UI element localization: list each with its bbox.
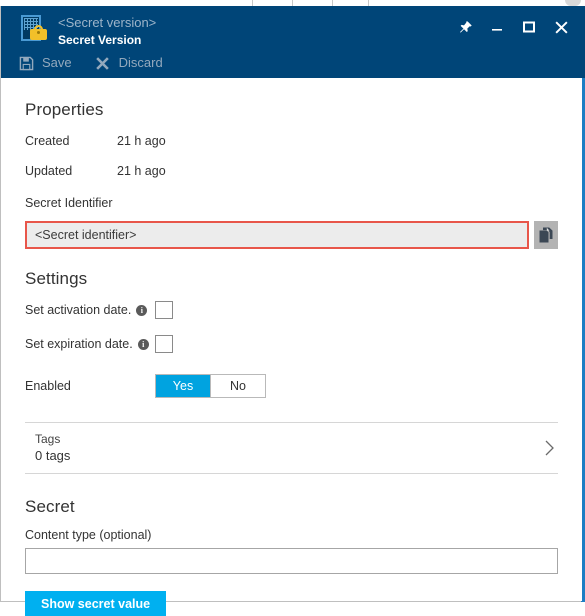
activation-date-checkbox[interactable]: [155, 301, 173, 319]
blade-subtitle: <Secret version>: [58, 15, 157, 30]
property-row-created: Created 21 h ago: [25, 134, 558, 148]
enabled-option-no[interactable]: No: [210, 375, 265, 397]
copy-identifier-button[interactable]: [534, 221, 558, 249]
tags-title: Tags: [35, 432, 61, 446]
secret-heading: Secret: [25, 497, 75, 516]
info-icon[interactable]: i: [137, 338, 149, 350]
chevron-right-icon: [543, 438, 556, 458]
activation-date-label: Set activation date.: [25, 303, 132, 317]
settings-heading: Settings: [25, 269, 88, 288]
setting-row-enabled: Enabled Yes No: [25, 374, 558, 398]
setting-row-activation: Set activation date. i: [25, 301, 558, 319]
title-bar: <Secret version> Secret Version Save Dis…: [1, 6, 585, 78]
secret-lock-icon: [19, 14, 49, 46]
created-label: Created: [25, 134, 70, 148]
setting-row-expiration: Set expiration date. i: [25, 335, 558, 353]
expiration-date-checkbox[interactable]: [155, 335, 173, 353]
save-button[interactable]: Save: [17, 54, 72, 72]
tags-divider-bottom: [25, 473, 558, 474]
blade-title: Secret Version: [58, 33, 142, 47]
save-label: Save: [42, 55, 72, 70]
enabled-label: Enabled: [25, 379, 71, 393]
expiration-date-label: Set expiration date.: [25, 337, 133, 351]
blade-content: Properties Created 21 h ago Updated 21 h…: [1, 78, 582, 616]
created-value: 21 h ago: [117, 134, 166, 148]
window-controls: [449, 14, 577, 40]
tags-count: 0 tags: [35, 448, 71, 463]
minimize-icon[interactable]: [481, 14, 513, 40]
save-icon: [17, 54, 35, 72]
content-type-label: Content type (optional): [25, 528, 152, 542]
pin-icon[interactable]: [449, 14, 481, 40]
title-group: <Secret version> Secret Version: [19, 14, 156, 48]
secret-version-blade: <Secret version> Secret Version Save Dis…: [0, 0, 585, 616]
maximize-icon[interactable]: [513, 14, 545, 40]
updated-value: 21 h ago: [117, 164, 166, 178]
discard-icon: [94, 54, 112, 72]
enabled-option-yes[interactable]: Yes: [156, 375, 210, 397]
discard-button[interactable]: Discard: [94, 54, 163, 72]
show-secret-value-button[interactable]: Show secret value: [25, 591, 167, 616]
enabled-toggle: Yes No: [155, 374, 266, 398]
close-icon[interactable]: [545, 14, 577, 40]
updated-label: Updated: [25, 164, 73, 178]
command-bar: Save Discard: [17, 54, 185, 72]
blade-window: <Secret version> Secret Version Save Dis…: [0, 6, 585, 616]
properties-heading: Properties: [25, 100, 104, 119]
tags-row[interactable]: Tags 0 tags: [25, 423, 558, 473]
secret-identifier-row: <Secret identifier>: [25, 221, 558, 249]
copy-icon: [539, 227, 553, 243]
secret-identifier-input[interactable]: <Secret identifier>: [25, 221, 529, 249]
secret-identifier-label: Secret Identifier: [25, 196, 113, 210]
discard-label: Discard: [118, 55, 163, 70]
info-icon[interactable]: i: [136, 304, 148, 316]
property-row-updated: Updated 21 h ago: [25, 164, 558, 178]
content-type-input[interactable]: [25, 548, 558, 574]
